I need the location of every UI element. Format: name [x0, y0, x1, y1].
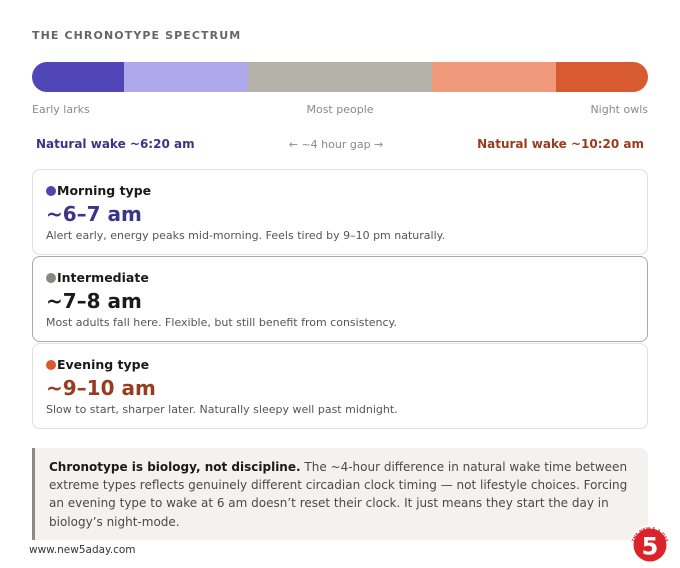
wake-gap-label: ← ~4 hour gap → [288, 138, 384, 151]
evening-dot-icon [46, 359, 56, 370]
card-intermediate-type: Intermediate ~7–8 am Most adults fall he… [32, 256, 648, 342]
chronotype-spectrum-bar [32, 62, 648, 92]
card-evening-type: Evening type ~9–10 am Slow to start, sha… [32, 343, 648, 429]
note-heading: Chronotype is biology, not discipline. [49, 460, 301, 474]
website-url: www.new5aday.com [29, 544, 136, 556]
card-title: Morning type [57, 183, 152, 198]
wake-time-late: Natural wake ~10:20 am [477, 137, 644, 151]
spectrum-segment-early-mid [123, 62, 248, 92]
card-description: Slow to start, sharper later. Naturally … [46, 403, 398, 416]
card-wake-range: ~7–8 am [46, 289, 142, 313]
card-title: Intermediate [57, 270, 149, 285]
card-wake-range: ~6–7 am [46, 202, 142, 226]
logo-number: 5 [642, 533, 659, 561]
explanation-note: Chronotype is biology, not discipline. T… [32, 448, 648, 540]
spectrum-label-most-people: Most people [306, 103, 374, 116]
card-description: Most adults fall here. Flexible, but sti… [46, 316, 397, 329]
card-header: Intermediate [46, 270, 149, 285]
card-header: Evening type [46, 357, 149, 372]
wake-time-early: Natural wake ~6:20 am [36, 137, 195, 151]
intermediate-dot-icon [46, 272, 56, 283]
card-title: Evening type [57, 357, 150, 372]
new-5-a-day-logo: THE NEW 5-A-DAY 5 [630, 525, 670, 565]
card-morning-type: Morning type ~6–7 am Alert early, energy… [32, 169, 648, 255]
card-wake-range: ~9–10 am [46, 376, 156, 400]
spectrum-segment-middle [247, 62, 432, 92]
spectrum-label-night-owls: Night owls [590, 103, 648, 116]
spectrum-segment-late-mid [431, 62, 556, 92]
spectrum-segment-early [32, 62, 124, 92]
spectrum-label-early-larks: Early larks [32, 103, 90, 116]
chart-title: THE CHRONOTYPE SPECTRUM [32, 29, 242, 42]
spectrum-segment-late [555, 62, 648, 92]
morning-dot-icon [46, 185, 56, 196]
card-description: Alert early, energy peaks mid-morning. F… [46, 229, 446, 242]
card-header: Morning type [46, 183, 151, 198]
